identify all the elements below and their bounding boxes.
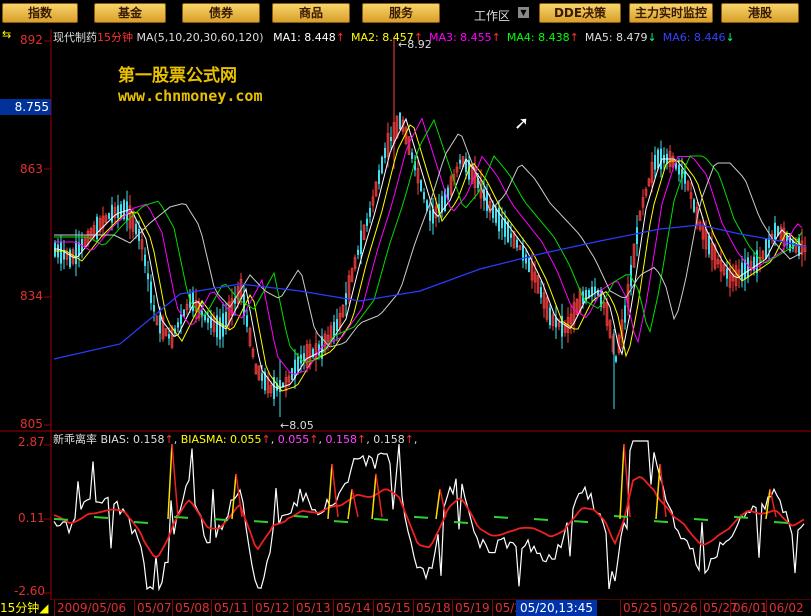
- y-tick: 834: [20, 289, 43, 303]
- ma-title: MA(5,10,20,30,60,120): [136, 31, 264, 44]
- date-tick: 06/02: [766, 600, 804, 616]
- high-label: ←8.92: [398, 38, 432, 51]
- ind-y-tick: 0.11: [18, 511, 45, 525]
- ind-y-tick: -2.60: [14, 584, 46, 598]
- period-selector[interactable]: 15分钟◢: [0, 600, 49, 616]
- bond-button[interactable]: 债券: [182, 3, 260, 23]
- date-tick: 05/13: [293, 600, 331, 616]
- indicator-v5: 0.158: [373, 433, 405, 446]
- date-tick: 05/18: [413, 600, 451, 616]
- ma-value-3: MA3: 8.455: [428, 31, 492, 44]
- main-monitor-button[interactable]: 主力实时监控: [629, 3, 713, 23]
- crosshair-date: 05/20,13:45: [516, 600, 597, 616]
- ind-y-tick: 2.87: [18, 435, 45, 449]
- stock-name: 现代制药: [53, 31, 97, 44]
- indicator-v4: 0.158: [325, 433, 357, 446]
- arrow-left-right-icon: ⇆: [2, 28, 12, 41]
- mouse-cursor-icon: ➚: [514, 113, 530, 134]
- date-axis[interactable]: 2009/05/06 05/07 05/08 05/11 05/12 05/13 05/14…: [0, 600, 811, 616]
- dde-button[interactable]: DDE决策: [539, 3, 621, 23]
- watermark-name: 第一股票公式网: [118, 66, 237, 86]
- fund-button[interactable]: 基金: [94, 3, 166, 23]
- ma-value-5: MA5: 8.479: [584, 31, 648, 44]
- ma-value-6: MA6: 8.446: [662, 31, 726, 44]
- chart-canvas[interactable]: [0, 29, 811, 616]
- date-tick: 2009/05/06: [54, 600, 126, 616]
- y-tick: 805: [20, 417, 43, 431]
- date-tick: 05/15: [373, 600, 411, 616]
- chart-area[interactable]: ⇆ 现代制药15分钟 MA(5,10,20,30,60,120) MA1: 8.…: [0, 28, 811, 616]
- main-header: 现代制药15分钟 MA(5,10,20,30,60,120) MA1: 8.44…: [53, 31, 735, 44]
- crosshair-value: 8.755: [0, 99, 51, 115]
- hk-stock-button[interactable]: 港股: [721, 3, 799, 23]
- bias-value: BIAS: 0.158: [100, 433, 165, 446]
- period-label: 15分钟: [97, 31, 133, 44]
- watermark-url: www.chnmoney.com: [118, 87, 263, 105]
- date-tick: 05/19: [452, 600, 490, 616]
- indicator-v3: 0.055: [277, 433, 310, 446]
- chevron-down-icon[interactable]: ▼: [518, 7, 529, 18]
- top-toolbar: 指数 基金 债券 商品 服务 工作区 ▼ DDE决策 主力实时监控 港股: [0, 0, 811, 29]
- ma-value-4: MA4: 8.438: [506, 31, 570, 44]
- indicator-name: 新乖离率: [53, 433, 97, 446]
- y-tick: 892: [20, 33, 43, 47]
- date-tick: 05/11: [211, 600, 249, 616]
- biasma-value: BIASMA: 0.055: [180, 433, 262, 446]
- service-button[interactable]: 服务: [362, 3, 440, 23]
- commodity-button[interactable]: 商品: [272, 3, 350, 23]
- date-tick: 05/08: [172, 600, 210, 616]
- workspace-label[interactable]: 工作区: [474, 7, 510, 24]
- date-tick: 05/14: [333, 600, 371, 616]
- date-tick: 05/07: [134, 600, 172, 616]
- index-button[interactable]: 指数: [2, 3, 78, 23]
- ma-value-1: MA1: 8.448: [273, 31, 336, 44]
- date-tick: 05/25: [620, 600, 658, 616]
- date-tick: 05/26: [660, 600, 698, 616]
- date-tick: 06/01: [730, 600, 768, 616]
- date-tick: 05/12: [252, 600, 290, 616]
- y-tick: 863: [20, 162, 43, 176]
- indicator-header: 新乖离率 BIAS: 0.158↑, BIASMA: 0.055↑, 0.055…: [53, 433, 418, 446]
